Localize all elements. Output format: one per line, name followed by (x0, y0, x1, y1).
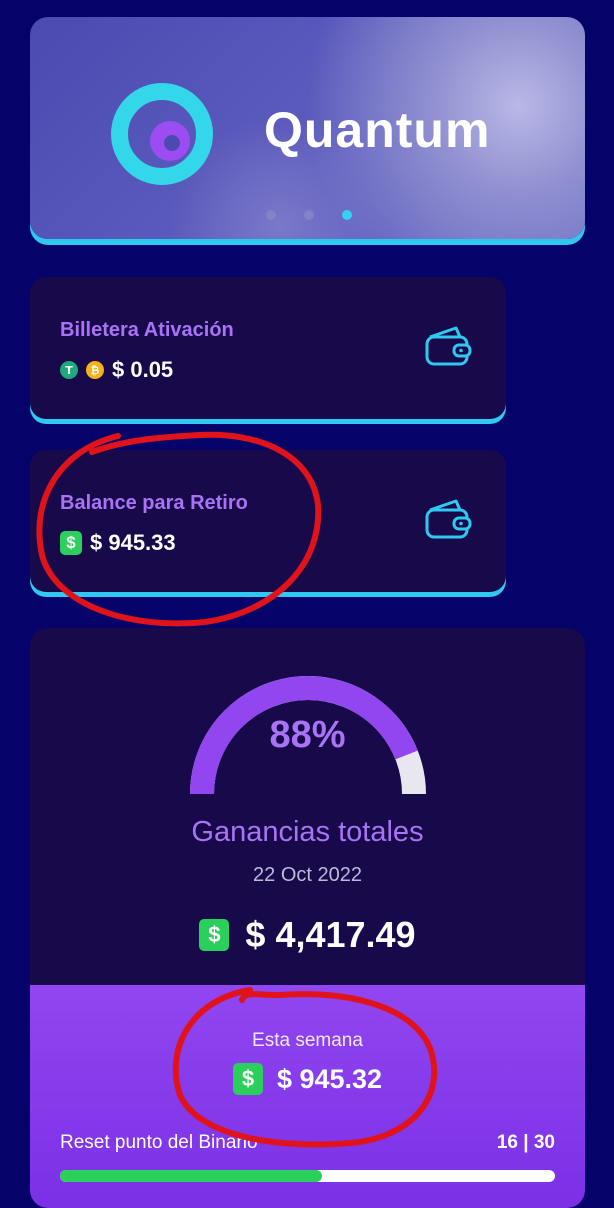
earnings-card: 88% Ganancias totales 22 Oct 2022 $ $ 4,… (30, 628, 585, 1208)
week-value: $ 945.32 (276, 1063, 383, 1094)
wallet-title: Billetera Ativación (60, 319, 234, 341)
earnings-date: 22 Oct 2022 (253, 864, 362, 886)
carousel-dot[interactable] (266, 210, 276, 220)
binary-reset-progress-fill (60, 1170, 323, 1182)
earnings-total: $ 4,417.49 (245, 914, 416, 955)
quantum-logo-dot (164, 135, 180, 151)
wallet-icon[interactable] (424, 498, 474, 540)
wallet-icon[interactable] (424, 325, 474, 367)
carousel-dot[interactable] (304, 210, 314, 220)
wallet-value: $ 945.33 (90, 530, 176, 555)
binary-reset-count: 16 | 30 (496, 1132, 555, 1153)
week-value-row: $ $ 945.32 (30, 1063, 585, 1095)
wallet-card-activation[interactable]: Billetera Ativación T ₿ $ 0.05 (30, 277, 506, 419)
wallet-value: $ 0.05 (112, 357, 174, 382)
carousel-dot-active[interactable] (342, 210, 352, 220)
wallet-value-row: $ $ 945.33 (60, 530, 176, 556)
earnings-total-row: $ $ 4,417.49 (30, 914, 585, 956)
bitcoin-icon: ₿ (86, 361, 104, 379)
dollar-icon: $ (199, 919, 230, 951)
earnings-title: Ganancias totales (191, 816, 424, 848)
gauge-percent: 88% (269, 714, 346, 756)
quantum-banner[interactable]: Quantum (30, 17, 585, 239)
carousel-dots (266, 210, 352, 220)
dollar-icon: $ (60, 531, 82, 555)
week-label: Esta semana (252, 1030, 363, 1051)
dollar-icon: $ (232, 1063, 263, 1095)
logo-text: Quantum (264, 102, 491, 158)
wallet-card-withdraw[interactable]: Balance para Retiro $ $ 945.33 (30, 450, 506, 592)
wallet-title: Balance para Retiro (60, 492, 248, 514)
binary-reset-progress (60, 1170, 555, 1182)
tether-icon: T (60, 361, 78, 379)
wallet-value-row: T ₿ $ 0.05 (60, 357, 173, 383)
binary-reset-label: Reset punto del Binario (60, 1132, 258, 1153)
week-panel: Esta semana $ $ 945.32 Reset punto del B… (30, 985, 585, 1208)
